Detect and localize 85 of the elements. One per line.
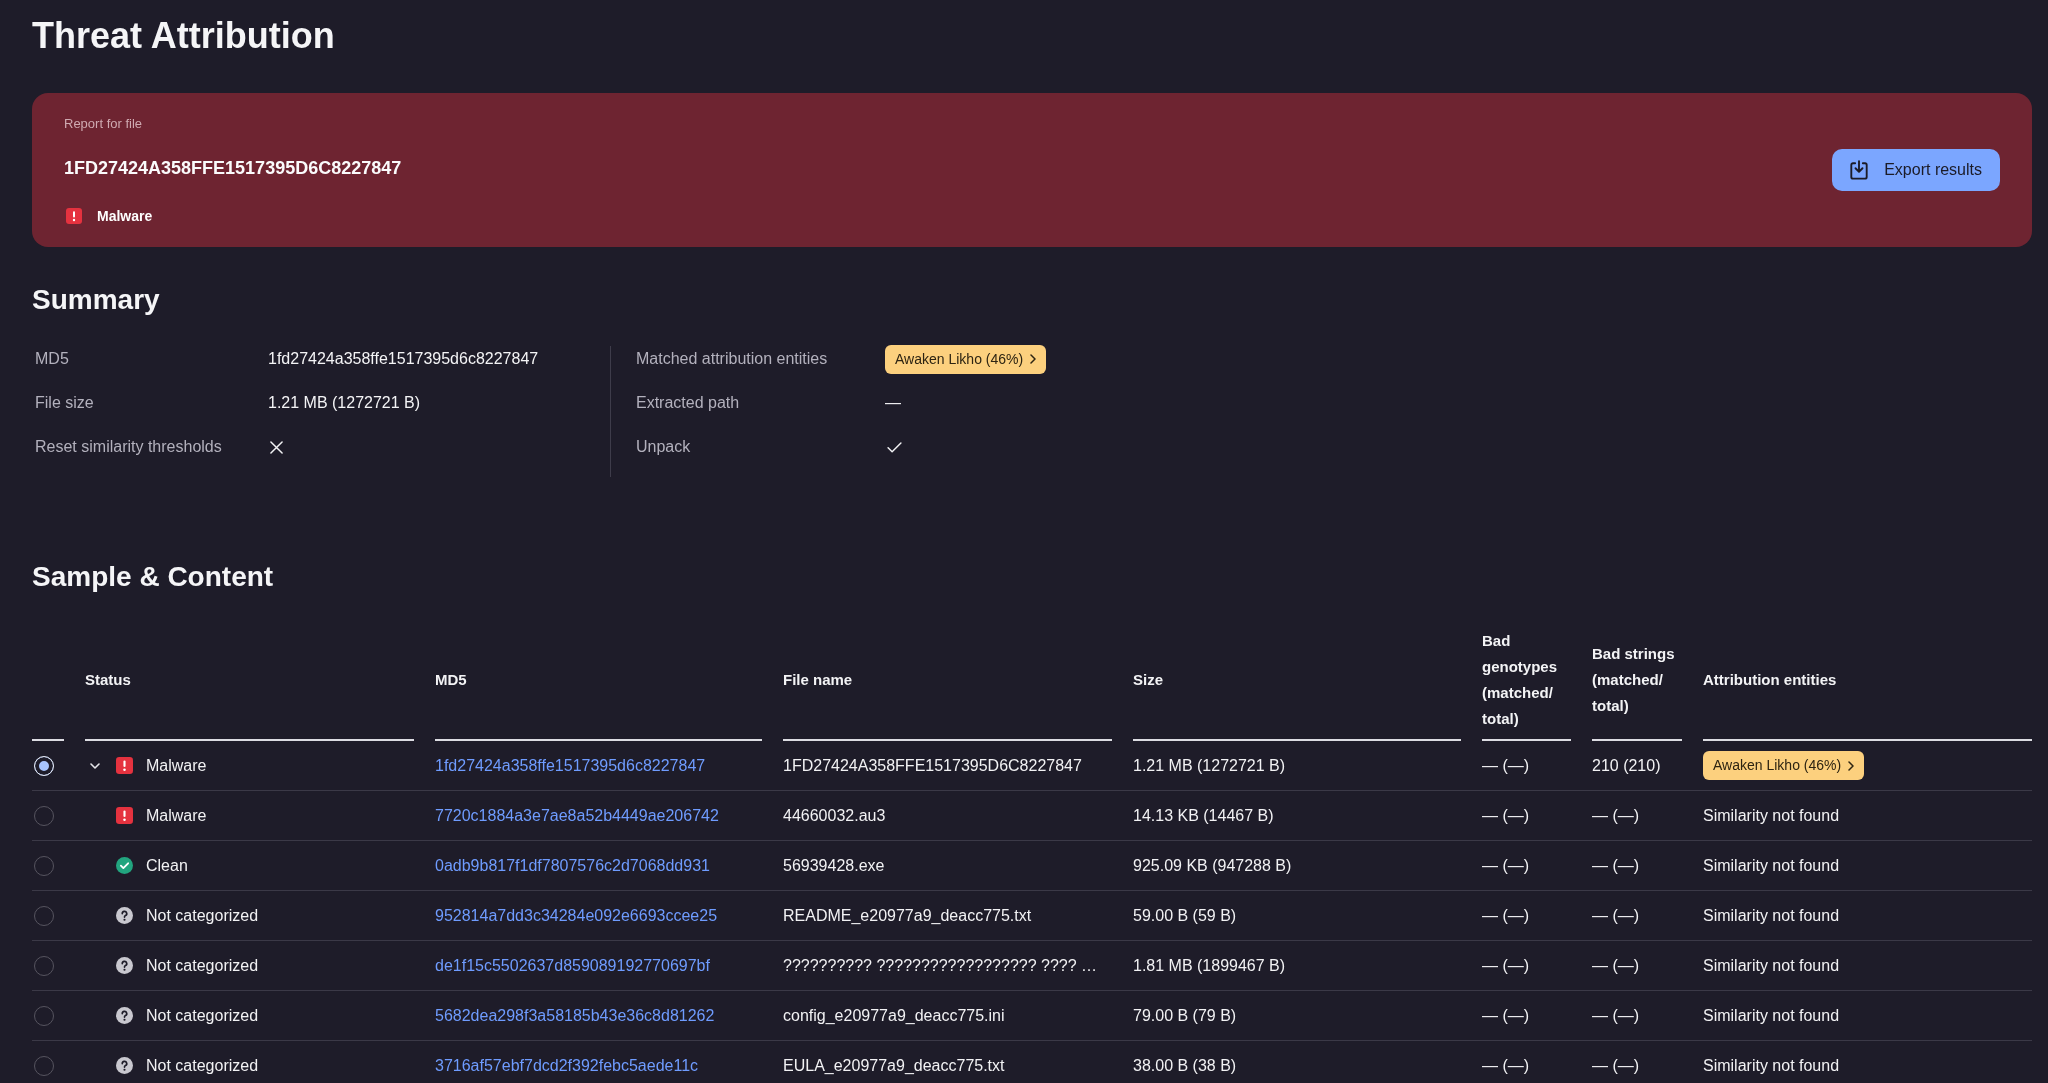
string-count: 210 (210) <box>1592 755 1661 776</box>
summary-value: — <box>885 393 901 413</box>
chevron-right-icon <box>1848 760 1855 771</box>
column-header: File name <box>783 670 853 690</box>
file-size: 59.00 B (59 B) <box>1133 905 1237 926</box>
file-size: 14.13 KB (14467 B) <box>1133 805 1274 826</box>
genotype-count: — (—) <box>1482 905 1530 926</box>
attribution-text: Similarity not found <box>1703 1005 1840 1026</box>
column-header: Status <box>85 670 131 690</box>
column-header: Attribution entities <box>1703 670 1837 690</box>
file-name: 1FD27424A358FFE1517395D6C8227847 <box>783 755 1082 776</box>
exclamation-icon <box>116 807 133 824</box>
md5-link[interactable]: 952814a7dd3c34284e092e6693ccee25 <box>435 903 718 928</box>
column-header: MD5 <box>435 670 467 690</box>
status-label: Not categorized <box>146 1005 259 1026</box>
file-size: 79.00 B (79 B) <box>1133 1005 1237 1026</box>
attribution-text: Similarity not found <box>1703 1055 1840 1076</box>
summary-value: 1fd27424a358ffe1517395d6c8227847 <box>268 349 539 369</box>
file-size: 1.81 MB (1899467 B) <box>1133 955 1286 976</box>
question-circle-icon <box>116 907 133 924</box>
md5-link[interactable]: 5682dea298f3a58185b43e36c8d81262 <box>435 1003 715 1028</box>
string-count: — (—) <box>1592 1005 1640 1026</box>
column-header: Bad genotypes (matched/ total) <box>1482 631 1558 729</box>
md5-link[interactable]: de1f15c5502637d859089192770697bf <box>435 953 710 978</box>
file-name: ?????????? ?????????????????? ???? … <box>783 955 1098 976</box>
section-heading: Sample & Content <box>32 560 275 594</box>
md5-link[interactable]: 1fd27424a358ffe1517395d6c8227847 <box>435 753 706 778</box>
summary-label: Extracted path <box>636 393 741 413</box>
attribution-badge[interactable]: Awaken Likho (46%) <box>885 344 1047 374</box>
status-label: Not categorized <box>146 1055 259 1076</box>
file-hash: 1FD27424A358FFE1517395D6C8227847 <box>64 157 402 180</box>
summary-label: Matched attribution entities <box>636 349 829 369</box>
chevron-down-icon[interactable] <box>90 762 100 769</box>
attribution-badge[interactable]: Awaken Likho (46%) <box>1703 751 1865 780</box>
string-count: — (—) <box>1592 905 1640 926</box>
string-count: — (—) <box>1592 805 1640 826</box>
check-circle-icon <box>116 857 133 874</box>
genotype-count: — (—) <box>1482 1055 1530 1076</box>
question-circle-icon <box>116 1007 133 1024</box>
status-label: Clean <box>146 855 188 876</box>
section-heading: Summary <box>32 283 161 317</box>
question-circle-icon <box>116 1057 133 1074</box>
attribution-text: Similarity not found <box>1703 905 1840 926</box>
report-caption: Report for file <box>64 115 144 133</box>
file-name: 44660032.au3 <box>783 805 886 826</box>
attribution-text: Similarity not found <box>1703 955 1840 976</box>
genotype-count: — (—) <box>1482 805 1530 826</box>
summary-label: Reset similarity thresholds <box>35 437 223 457</box>
file-name: EULA_e20977a9_deacc775.txt <box>783 1055 1005 1076</box>
string-count: — (—) <box>1592 1055 1640 1076</box>
md5-link[interactable]: 3716af57ebf7dcd2f392febc5aede11c <box>435 1053 699 1078</box>
genotype-count: — (—) <box>1482 1005 1530 1026</box>
file-size: 925.09 KB (947288 B) <box>1133 855 1292 876</box>
exclamation-icon <box>66 208 82 224</box>
genotype-count: — (—) <box>1482 855 1530 876</box>
genotype-count: — (—) <box>1482 955 1530 976</box>
string-count: — (—) <box>1592 955 1640 976</box>
file-name: README_e20977a9_deacc775.txt <box>783 905 1032 926</box>
download-icon <box>1850 160 1869 180</box>
status-label: Malware <box>146 805 207 826</box>
page-title: Threat Attribution <box>32 14 336 58</box>
file-size: 1.21 MB (1272721 B) <box>1133 755 1286 776</box>
exclamation-icon <box>116 757 133 774</box>
md5-link[interactable]: 0adb9b817f1df7807576c2d7068dd931 <box>435 853 710 878</box>
file-name: 56939428.exe <box>783 855 885 876</box>
attribution-text: Similarity not found <box>1703 855 1840 876</box>
file-size: 38.00 B (38 B) <box>1133 1055 1237 1076</box>
genotype-count: — (—) <box>1482 755 1530 776</box>
verdict-label: Malware <box>97 207 153 226</box>
column-header: Size <box>1133 670 1163 690</box>
export-button[interactable]: Export results <box>1832 149 2000 191</box>
file-name: config_e20977a9_deacc775.ini <box>783 1005 1005 1026</box>
summary-label: MD5 <box>35 349 70 369</box>
summary-value: 1.21 MB (1272721 B) <box>268 393 421 413</box>
chevron-right-icon <box>1030 354 1037 364</box>
status-label: Not categorized <box>146 905 259 926</box>
summary-label: Unpack <box>636 437 692 457</box>
status-label: Malware <box>146 755 207 776</box>
string-count: — (—) <box>1592 855 1640 876</box>
status-label: Not categorized <box>146 955 259 976</box>
attribution-text: Similarity not found <box>1703 805 1840 826</box>
md5-link[interactable]: 7720c1884a3e7ae8a52b4449ae206742 <box>435 803 719 828</box>
summary-label: File size <box>35 393 95 413</box>
column-header: Bad strings (matched/ total) <box>1592 644 1676 716</box>
question-circle-icon <box>116 957 133 974</box>
